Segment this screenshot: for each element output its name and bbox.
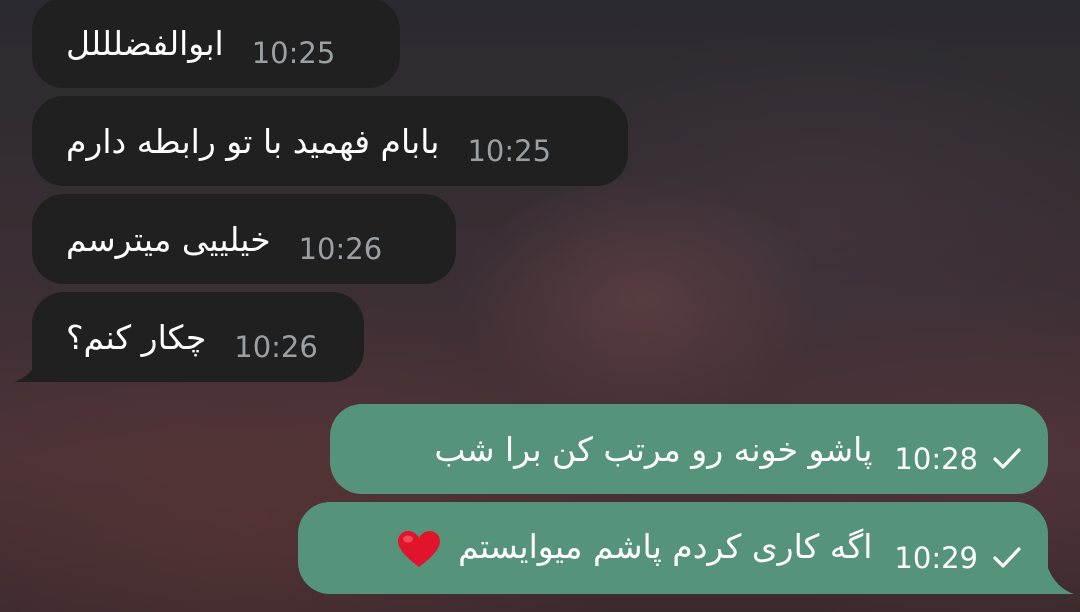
message-text: بابام فهمید با تو رابطه دارم <box>66 121 440 161</box>
message-text-content: اگه کاری کردم پاشم میوایستم <box>458 527 873 567</box>
red-heart-icon <box>397 530 440 567</box>
message-bubble-outgoing[interactable]: پاشو خونه رو مرتب کن برا شب 10:28 <box>330 404 1048 494</box>
bubble-tail-outgoing <box>1048 568 1074 594</box>
message-bubble-incoming[interactable]: خیلییی میترسم 10:26 <box>32 194 456 284</box>
message-time: 10:25 <box>467 134 552 168</box>
message-bubble-outgoing[interactable]: اگه کاری کردم پاشم میوایستم 10:29 <box>298 502 1048 594</box>
message-bubble-incoming[interactable]: چکار کنم؟ 10:26 <box>32 292 364 382</box>
message-time: 10:26 <box>298 232 383 266</box>
message-text: اگه کاری کردم پاشم میوایستم <box>396 527 873 569</box>
checkmark-icon <box>993 547 1021 568</box>
message-time: 10:28 <box>894 442 978 476</box>
message-bubble-incoming[interactable]: ابوالفضلللل 10:25 <box>32 0 400 88</box>
message-text: چکار کنم؟ <box>66 317 207 357</box>
message-text: ابوالفضلللل <box>66 23 224 63</box>
message-time: 10:29 <box>894 541 978 575</box>
message-time: 10:25 <box>251 36 336 70</box>
bubble-tail-incoming <box>14 356 40 382</box>
message-text: خیلییی میترسم <box>66 219 271 259</box>
message-bubble-incoming[interactable]: بابام فهمید با تو رابطه دارم 10:25 <box>32 96 628 186</box>
message-text: پاشو خونه رو مرتب کن برا شب <box>434 429 873 469</box>
checkmark-icon <box>993 448 1021 469</box>
message-time: 10:26 <box>234 330 318 364</box>
